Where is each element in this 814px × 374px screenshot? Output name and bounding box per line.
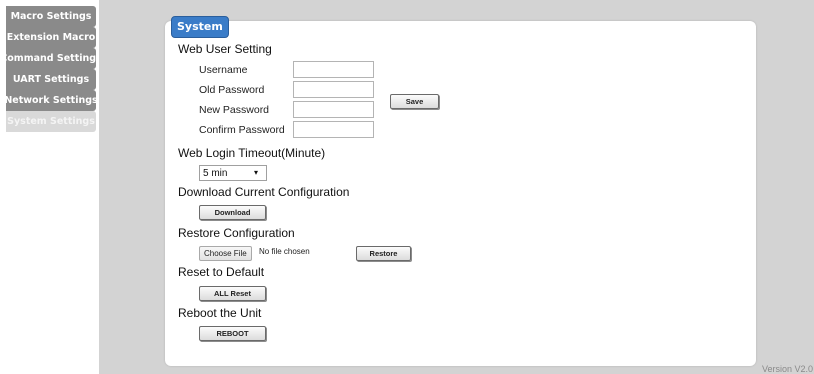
dropdown-arrow-icon: ▾ bbox=[253, 168, 258, 177]
download-button[interactable]: Download bbox=[199, 205, 266, 220]
version-text: Version V2.0 bbox=[762, 364, 814, 374]
sidebar-item-macro-settings[interactable]: Macro Settings bbox=[6, 6, 96, 27]
old-password-field[interactable] bbox=[293, 81, 374, 98]
web-user-heading: Web User Setting bbox=[178, 42, 272, 56]
sidebar-item-uart-settings[interactable]: UART Settings bbox=[6, 69, 96, 90]
sidebar-item-system-settings[interactable]: System Settings bbox=[6, 111, 96, 132]
sidebar: Macro Settings Extension Macro Command S… bbox=[0, 0, 99, 374]
timeout-selected-value: 5 min bbox=[203, 167, 228, 179]
username-label: Username bbox=[199, 64, 248, 76]
download-heading: Download Current Configuration bbox=[178, 185, 350, 199]
confirm-password-field[interactable] bbox=[293, 121, 374, 138]
timeout-select[interactable]: 5 min ▾ bbox=[199, 165, 267, 181]
reboot-button[interactable]: REBOOT bbox=[199, 326, 266, 341]
panel-title: System bbox=[171, 16, 229, 38]
confirm-password-label: Confirm Password bbox=[199, 124, 285, 136]
reboot-heading: Reboot the Unit bbox=[178, 306, 262, 320]
sidebar-item-extension-macro[interactable]: Extension Macro bbox=[6, 27, 96, 48]
reset-heading: Reset to Default bbox=[178, 265, 265, 279]
file-status-text: No file chosen bbox=[259, 247, 310, 256]
all-reset-button[interactable]: ALL Reset bbox=[199, 286, 266, 301]
new-password-label: New Password bbox=[199, 104, 270, 116]
restore-heading: Restore Configuration bbox=[178, 226, 295, 240]
restore-button[interactable]: Restore bbox=[356, 246, 411, 261]
sidebar-item-command-settings[interactable]: Command Settings bbox=[6, 48, 96, 69]
old-password-label: Old Password bbox=[199, 84, 265, 96]
sidebar-item-network-settings[interactable]: Network Settings bbox=[6, 90, 96, 111]
choose-file-button[interactable]: Choose File bbox=[199, 246, 252, 261]
save-button[interactable]: Save bbox=[390, 94, 439, 109]
new-password-field[interactable] bbox=[293, 101, 374, 118]
username-field[interactable] bbox=[293, 61, 374, 78]
timeout-heading: Web Login Timeout(Minute) bbox=[178, 146, 326, 160]
